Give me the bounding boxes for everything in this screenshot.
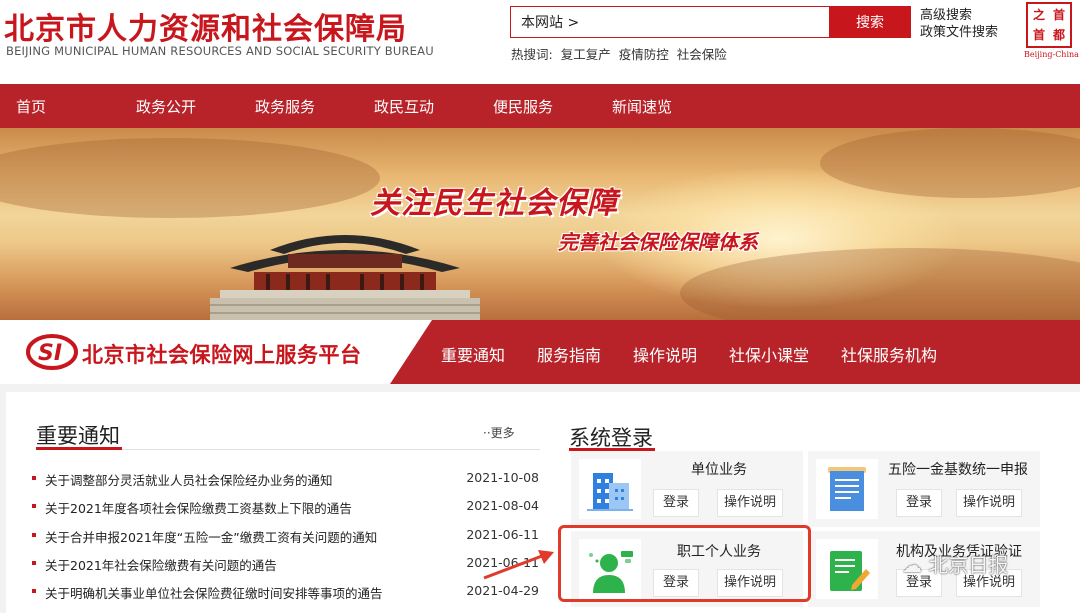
login-card-title: 五险一金基数统一申报 — [888, 462, 1028, 478]
notice-title[interactable]: 关于2021年社会保险缴费有关问题的通告 — [45, 555, 277, 574]
notice-bullet — [32, 561, 36, 565]
search-button[interactable]: 搜索 — [829, 6, 911, 38]
login-button[interactable]: 登录 — [896, 489, 942, 517]
hot-words: 热搜词: 复工复产 疫情防控 社会保险 — [511, 44, 731, 63]
hot-word-link[interactable]: 社会保险 — [677, 47, 727, 62]
site-logo-title[interactable]: 北京市人力资源和社会保障局 — [4, 4, 407, 48]
highlight-box — [558, 525, 811, 602]
seal-char: 之 — [1032, 8, 1045, 22]
arrow-annotation-icon — [483, 550, 554, 580]
login-card-title: 单位业务 — [691, 462, 747, 478]
svg-text:SI: SI — [38, 341, 62, 366]
platform-nav-classroom[interactable]: 社保小课堂 — [729, 342, 809, 366]
notices-section-title: 重要通知 — [36, 424, 120, 448]
seal-char: 首 — [1032, 28, 1045, 42]
instructions-button[interactable]: 操作说明 — [956, 489, 1022, 517]
nav-item-home[interactable]: 首页 — [16, 96, 46, 117]
main-nav: 首页 政务公开 政务服务 政民互动 便民服务 新闻速览 — [0, 84, 1080, 128]
notice-item[interactable]: 关于调整部分灵活就业人员社会保险经办业务的通知 2021-10-08 — [32, 470, 542, 490]
login-card-employer: 单位业务 登录 操作说明 — [571, 451, 803, 527]
notice-title[interactable]: 关于调整部分灵活就业人员社会保险经办业务的通知 — [45, 470, 333, 489]
edit-document-icon — [816, 539, 878, 599]
platform-nav-service-agencies[interactable]: 社保服务机构 — [841, 342, 937, 366]
nav-item-government-services[interactable]: 政务服务 — [255, 96, 315, 117]
banner-slogan-secondary: 完善社会保险保障体系 — [558, 230, 758, 254]
notices-title-underline — [36, 447, 122, 450]
seal-char: 都 — [1052, 28, 1065, 42]
watermark: ☁ 北京日报 — [902, 549, 1008, 578]
platform-nav-important-notices[interactable]: 重要通知 — [441, 342, 505, 366]
capital-seal-logo: 之 首 首 都 — [1026, 2, 1072, 48]
site-header: 北京市人力资源和社会保障局 BEIJING MUNICIPAL HUMAN RE… — [0, 0, 1080, 84]
platform-nav-instructions[interactable]: 操作说明 — [633, 342, 697, 366]
notice-title[interactable]: 关于合并申报2021年度“五险一金”缴费工资有关问题的通知 — [45, 527, 377, 546]
hot-words-label: 热搜词: — [511, 47, 553, 62]
seal-char: 首 — [1052, 8, 1065, 22]
platform-nav-service-guide[interactable]: 服务指南 — [537, 342, 601, 366]
watermark-text: 北京日报 — [928, 553, 1009, 577]
search-box — [510, 6, 830, 38]
nav-item-news[interactable]: 新闻速览 — [612, 96, 672, 117]
wechat-icon: ☁ — [902, 553, 922, 577]
seal-caption: Beijing-China — [1024, 50, 1079, 59]
notice-bullet — [32, 533, 36, 537]
notice-item[interactable]: 关于明确机关事业单位社会保险费征缴时间安排等事项的通告 2021-04-29 — [32, 583, 542, 603]
notice-item[interactable]: 关于合并申报2021年度“五险一金”缴费工资有关问题的通知 2021-06-11 — [32, 527, 542, 547]
hero-banner: 关注民生社会保障 完善社会保险保障体系 — [0, 128, 1080, 320]
building-icon — [579, 459, 641, 519]
login-card-base-declaration: 五险一金基数统一申报 登录 操作说明 — [808, 451, 1040, 527]
notice-date: 2021-04-29 — [466, 583, 539, 598]
notice-bullet — [32, 589, 36, 593]
nav-item-convenience[interactable]: 便民服务 — [493, 96, 553, 117]
notice-item[interactable]: 关于2021年度各项社会保险缴费工资基数上下限的通告 2021-08-04 — [32, 498, 542, 518]
banner-slogan-primary: 关注民生社会保障 — [370, 186, 618, 221]
advanced-search-link[interactable]: 高级搜索 — [920, 7, 998, 24]
notices-more-link[interactable]: ··更多 — [483, 424, 515, 441]
advanced-search-links: 高级搜索 政策文件搜索 — [920, 7, 998, 41]
banner-cloud — [0, 138, 380, 218]
login-button[interactable]: 登录 — [653, 489, 699, 517]
hot-word-link[interactable]: 复工复产 — [561, 47, 611, 62]
notice-title[interactable]: 关于明确机关事业单位社会保险费征缴时间安排等事项的通告 — [45, 583, 383, 602]
notice-date: 2021-10-08 — [466, 470, 539, 485]
si-logo-icon: SI — [26, 334, 78, 370]
notice-bullet — [32, 504, 36, 508]
instructions-button[interactable]: 操作说明 — [717, 489, 783, 517]
hot-word-link[interactable]: 疫情防控 — [619, 47, 669, 62]
document-icon — [816, 459, 878, 519]
platform-title[interactable]: 北京市社会保险网上服务平台 — [82, 339, 362, 369]
notice-title[interactable]: 关于2021年度各项社会保险缴费工资基数上下限的通告 — [45, 498, 352, 517]
notice-date: 2021-06-11 — [466, 527, 539, 542]
site-logo-subtitle: BEIJING MUNICIPAL HUMAN RESOURCES AND SO… — [6, 44, 434, 58]
search-input[interactable] — [511, 7, 829, 37]
nav-item-government-affairs[interactable]: 政务公开 — [136, 96, 196, 117]
policy-search-link[interactable]: 政策文件搜索 — [920, 24, 998, 41]
notice-date: 2021-08-04 — [466, 498, 539, 513]
nav-item-interaction[interactable]: 政民互动 — [374, 96, 434, 117]
forbidden-city-palace-image — [210, 235, 480, 320]
notice-item[interactable]: 关于2021年社会保险缴费有关问题的通告 2021-06-11 — [32, 555, 542, 575]
notice-bullet — [32, 476, 36, 480]
page: 北京市人力资源和社会保障局 BEIJING MUNICIPAL HUMAN RE… — [0, 0, 1080, 613]
